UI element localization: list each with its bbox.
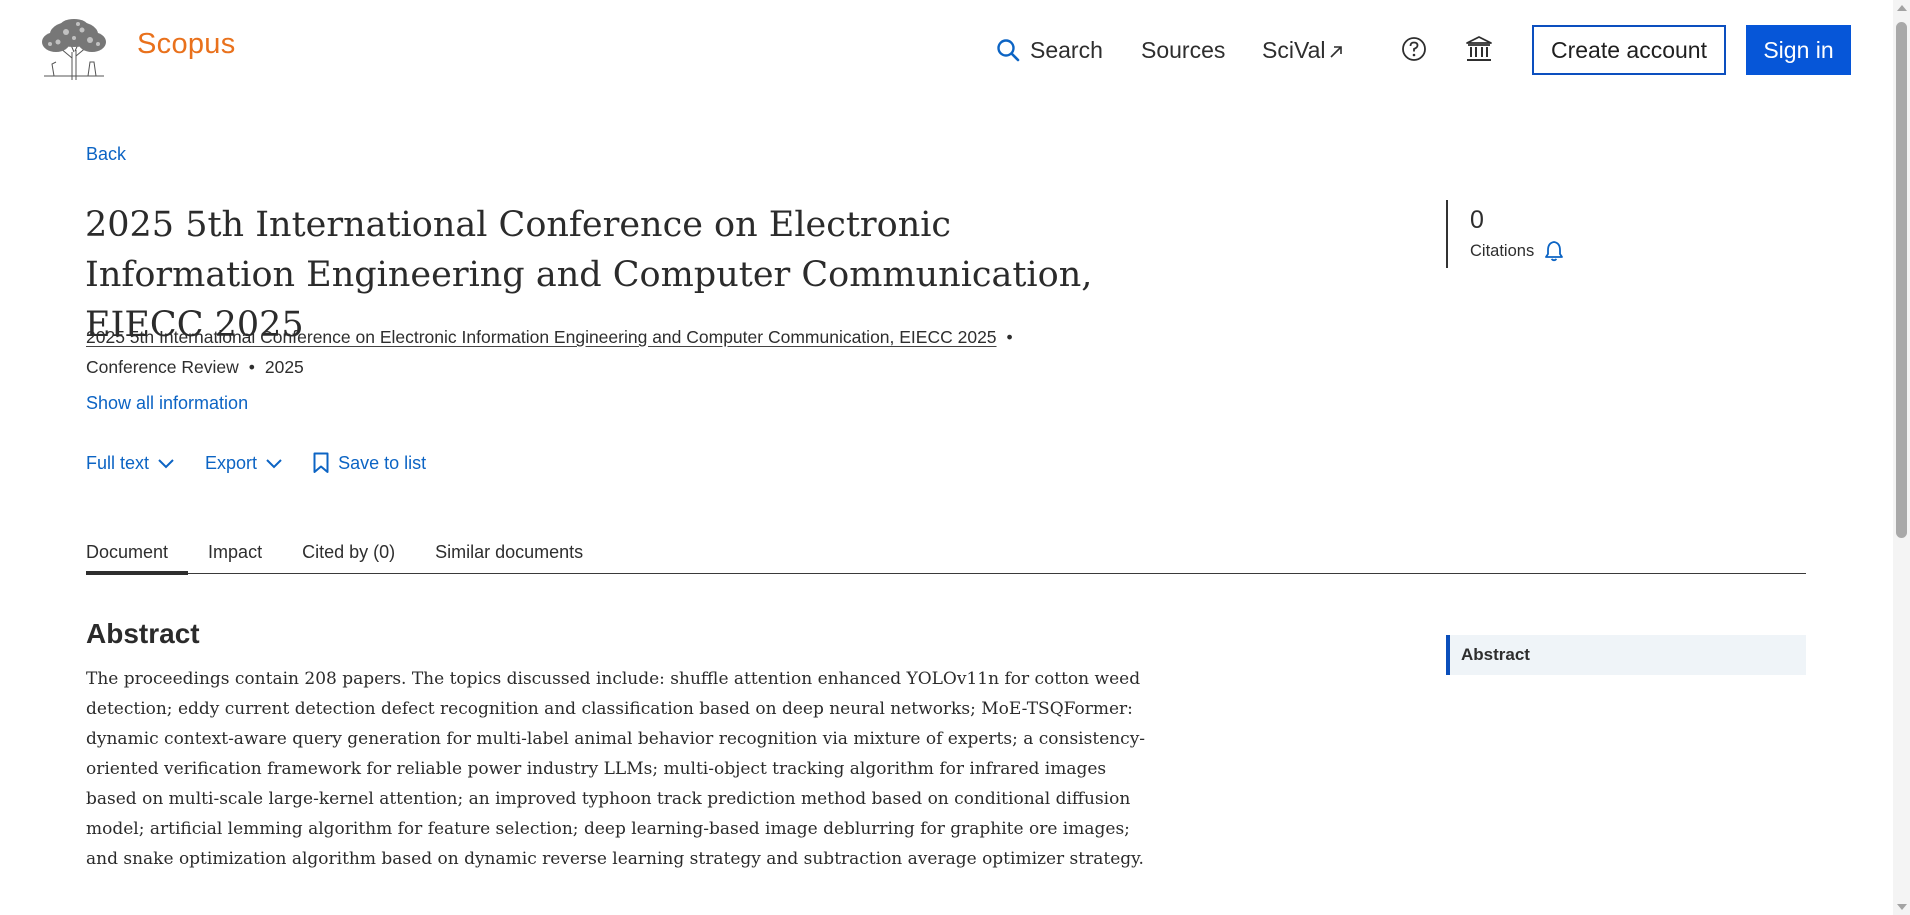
tab-similar-documents[interactable]: Similar documents [435, 540, 583, 574]
scopus-brand[interactable]: Scopus [137, 28, 236, 61]
top-header: Scopus Search Sources SciVal Create acco… [0, 0, 1893, 100]
save-to-list-button[interactable]: Save to list [313, 452, 426, 474]
export-label: Export [205, 452, 258, 473]
document-type: Conference Review [86, 357, 239, 377]
tab-document[interactable]: Document [86, 540, 189, 575]
document-actions: Full text Export Save to list [86, 452, 456, 474]
elsevier-tree-logo[interactable] [38, 18, 110, 82]
citations-label: Citations [1470, 241, 1535, 260]
bookmark-icon [313, 452, 329, 473]
export-dropdown[interactable]: Export [205, 453, 283, 474]
help-button[interactable] [1399, 34, 1429, 64]
source-info-line: 2025 5th International Conference on Ele… [86, 322, 1036, 382]
citations-panel: 0 Citations [1446, 200, 1564, 268]
citations-count: 0 [1470, 206, 1484, 234]
tab-cited-by[interactable]: Cited by (0) [302, 540, 395, 574]
nav-scival-label: SciVal [1262, 36, 1326, 63]
abstract-text: The proceedings contain 208 papers. The … [86, 669, 1146, 869]
help-circle-icon [1402, 37, 1426, 61]
full-text-dropdown[interactable]: Full text [86, 453, 175, 474]
tab-impact[interactable]: Impact [208, 540, 262, 574]
document-tabs: Document Impact Cited by (0) Similar doc… [86, 540, 1806, 575]
outline-abstract-link[interactable]: Abstract [1446, 635, 1806, 675]
show-all-information-link[interactable]: Show all information [86, 393, 248, 414]
nav-scival[interactable]: SciVal [1262, 0, 1343, 100]
institution-button[interactable] [1464, 34, 1494, 64]
back-link[interactable]: Back [86, 144, 126, 165]
scroll-down-arrow-icon[interactable] [1897, 904, 1907, 910]
document-year: 2025 [264, 357, 304, 377]
abstract-heading: Abstract [86, 618, 200, 649]
institution-icon [1466, 36, 1492, 61]
scroll-up-arrow-icon[interactable] [1897, 5, 1907, 11]
chevron-down-icon [158, 459, 174, 469]
nav-sources[interactable]: Sources [1141, 0, 1225, 100]
bell-icon[interactable] [1544, 240, 1564, 262]
source-title-link[interactable]: 2025 5th International Conference on Ele… [86, 327, 997, 347]
citations-label-row: Citations [1470, 240, 1564, 262]
chevron-down-icon [266, 459, 282, 469]
page-scrollbar[interactable] [1893, 0, 1910, 915]
nav-sources-label: Sources [1141, 36, 1226, 63]
separator-dot: • [1006, 327, 1013, 347]
search-icon [997, 39, 1020, 62]
sign-in-button[interactable]: Sign in [1746, 25, 1851, 75]
nav-search-label: Search [1030, 36, 1103, 63]
save-to-list-label: Save to list [338, 452, 427, 473]
scroll-thumb[interactable] [1896, 22, 1907, 538]
external-link-icon [1329, 46, 1342, 58]
nav-search[interactable]: Search [996, 0, 1103, 100]
full-text-label: Full text [86, 452, 150, 473]
separator-dot: • [248, 357, 255, 377]
create-account-button[interactable]: Create account [1532, 25, 1726, 75]
